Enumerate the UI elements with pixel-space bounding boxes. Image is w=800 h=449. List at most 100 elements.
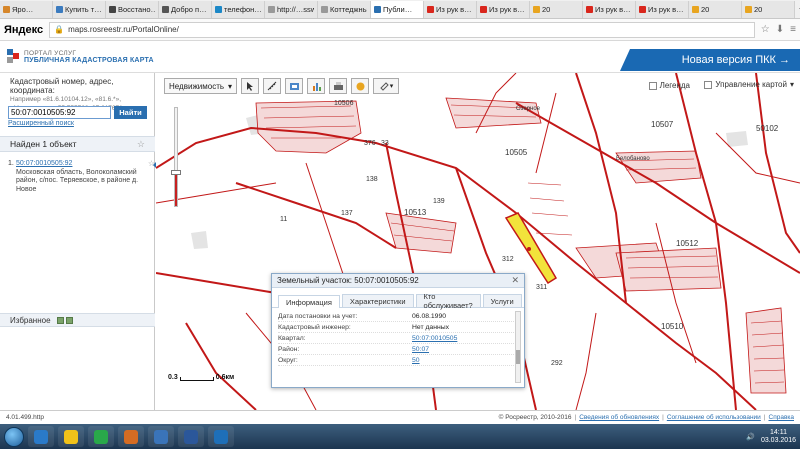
taskbar-app[interactable] — [88, 426, 114, 447]
identify-button[interactable] — [351, 78, 370, 94]
popup-scroll-thumb[interactable] — [516, 350, 520, 364]
browser-tab[interactable]: Восстано… — [106, 1, 159, 18]
browser-tab[interactable]: Купить т… — [53, 1, 106, 18]
tab-who-serves[interactable]: Кто обслуживает? — [415, 292, 481, 310]
search-button[interactable]: Найти — [114, 106, 147, 119]
favorites-icons[interactable] — [56, 316, 73, 324]
zoom-handle[interactable] — [171, 170, 181, 175]
popup-scrollbar[interactable] — [515, 311, 521, 383]
tab-title: 20 — [701, 5, 710, 14]
quarter-link[interactable]: 50:07:0010505 — [412, 335, 457, 342]
fav-icon-1[interactable] — [56, 316, 64, 324]
print-icon — [333, 81, 343, 90]
tab-favicon-icon — [268, 6, 275, 13]
info-row: Кадастровый инженер: Нет данных — [278, 322, 514, 333]
tab-services[interactable]: Услуги — [482, 294, 522, 307]
close-icon[interactable]: ✕ — [511, 275, 519, 286]
volume-icon[interactable]: 🔊 — [746, 433, 755, 441]
yandex-logo[interactable]: Яндекс — [4, 24, 43, 36]
clock[interactable]: 14:11 03.03.2016 — [761, 429, 796, 445]
measure-tool-button[interactable] — [263, 78, 282, 94]
menu-icon[interactable]: ≡ — [790, 24, 796, 35]
browser-tab[interactable]: Коттеджный… — [318, 1, 371, 18]
browser-tab[interactable]: 20 — [742, 1, 795, 18]
region-link[interactable]: 50 — [412, 357, 420, 364]
new-version-button[interactable]: Новая версия ПКК → — [620, 49, 800, 71]
scale-right-label: 0.6км — [215, 374, 235, 381]
tab-characteristics[interactable]: Характеристики — [341, 294, 414, 307]
info-key: Район: — [278, 345, 300, 353]
tab-information[interactable]: Информация — [278, 295, 340, 308]
popup-tabs: Информация Характеристики Кто обслуживае… — [272, 288, 524, 310]
result-address: Московская область, Волоколамский район,… — [16, 168, 139, 193]
browser-tab[interactable]: телефон… — [212, 1, 265, 18]
footer-links: © Росреестр, 2010-2016 | Сведения об обн… — [499, 414, 794, 421]
browser-tab[interactable]: 20 — [530, 1, 583, 18]
layer-select[interactable]: Недвижимость ▾ — [164, 78, 238, 94]
help-link[interactable]: Справка — [769, 414, 795, 421]
link-icon — [380, 81, 389, 91]
browser-tab[interactable]: http://…ssword — [265, 1, 318, 18]
new-tab-icon[interactable]: + — [795, 1, 800, 18]
updates-link[interactable]: Сведения об обновлениях — [579, 414, 659, 421]
search-row: Найти — [8, 106, 147, 119]
browser-tab[interactable]: Добро п… — [159, 1, 212, 18]
info-icon — [356, 82, 365, 90]
taskbar-app[interactable] — [28, 426, 54, 447]
legend-checkbox[interactable]: Легенда — [648, 81, 690, 90]
layers-button[interactable] — [285, 78, 304, 94]
terms-link[interactable]: Соглашение об использовании — [667, 414, 761, 421]
browser-tab[interactable]: Из рук в… — [477, 1, 530, 18]
print-button[interactable] — [329, 78, 348, 94]
browser-tab[interactable]: Публи… — [371, 1, 424, 18]
advanced-search-link[interactable]: Расширенный поиск — [8, 120, 74, 127]
taskbar-app[interactable] — [58, 426, 84, 447]
tab-favicon-icon — [427, 6, 434, 13]
favorites-bar: Избранное — [0, 313, 155, 327]
tab-favicon-icon — [639, 6, 646, 13]
lock-icon: 🔒 — [54, 25, 65, 34]
portal-logo[interactable]: ПОРТАЛ УСЛУГ ПУБЛИЧНАЯ КАДАСТРОВАЯ КАРТА — [6, 48, 154, 66]
browser-tab[interactable]: 20 — [689, 1, 742, 18]
tab-title: Восстано… — [118, 5, 155, 14]
list-item[interactable]: 1. 50:07:0010505:92 Московская область, … — [8, 159, 155, 194]
district-link[interactable]: 50:07 — [412, 346, 429, 353]
map-control-checkbox[interactable]: Управление картой ▾ — [704, 80, 794, 89]
url-field[interactable]: 🔒 maps.rosreestr.ru/PortalOnline/ — [49, 21, 755, 38]
tab-favicon-icon — [215, 6, 222, 13]
taskbar-app[interactable] — [178, 426, 204, 447]
svg-text:Белобаново: Белобаново — [616, 156, 650, 162]
taskbar-app[interactable] — [208, 426, 234, 447]
zoom-slider[interactable] — [171, 101, 181, 211]
browser-tab[interactable]: Из рук в… — [636, 1, 689, 18]
browser-tab[interactable]: Яро… — [0, 1, 53, 18]
browser-tab[interactable]: Из рук в… — [424, 1, 477, 18]
app-icon — [94, 429, 108, 444]
svg-text:10510: 10510 — [661, 322, 684, 331]
legend-checkbox-box[interactable] — [648, 81, 657, 90]
info-value: Нет данных — [412, 323, 450, 331]
start-button[interactable] — [4, 426, 24, 447]
tab-favicon-icon — [374, 6, 381, 13]
search-input[interactable] — [8, 106, 111, 119]
map-control-box[interactable] — [704, 80, 713, 89]
tab-favicon-icon — [321, 6, 328, 13]
zoom-track[interactable] — [174, 107, 178, 207]
tab-title: Добро п… — [171, 5, 207, 14]
bookmark-icon[interactable]: ☆ — [761, 24, 770, 35]
portal-title-line2: ПУБЛИЧНАЯ КАДАСТРОВАЯ КАРТА — [24, 57, 154, 64]
star-icon[interactable]: ☆ — [137, 139, 145, 150]
chart-button[interactable] — [307, 78, 326, 94]
link-button[interactable]: ▾ — [373, 78, 400, 94]
app-window: Яро… Купить т… Восстано… Добро п… телефон… ht… — [0, 0, 800, 449]
download-icon[interactable]: ⬇ — [776, 24, 784, 35]
info-key: Округ: — [278, 356, 298, 364]
fav-icon-2[interactable] — [65, 316, 73, 324]
select-tool-button[interactable] — [241, 78, 260, 94]
browser-tab[interactable]: Из рук в… — [583, 1, 636, 18]
result-number: 1. — [8, 160, 14, 167]
taskbar-app[interactable] — [118, 426, 144, 447]
app-icon — [184, 429, 198, 444]
taskbar-app[interactable] — [148, 426, 174, 447]
result-cadastral-link[interactable]: 50:07:0010505:92 — [16, 160, 151, 169]
